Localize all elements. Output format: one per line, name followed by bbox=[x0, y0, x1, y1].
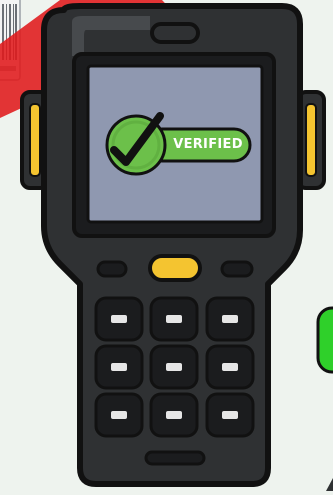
top-slot bbox=[150, 22, 200, 44]
keypad bbox=[94, 296, 255, 438]
verified-label: VERIFIED bbox=[173, 137, 243, 152]
green-blob bbox=[316, 306, 333, 374]
bottom-slot bbox=[144, 450, 206, 466]
corner-mark bbox=[326, 478, 333, 491]
scanner-svg bbox=[0, 0, 333, 491]
scanner-illustration: VERIFIED bbox=[0, 0, 333, 491]
